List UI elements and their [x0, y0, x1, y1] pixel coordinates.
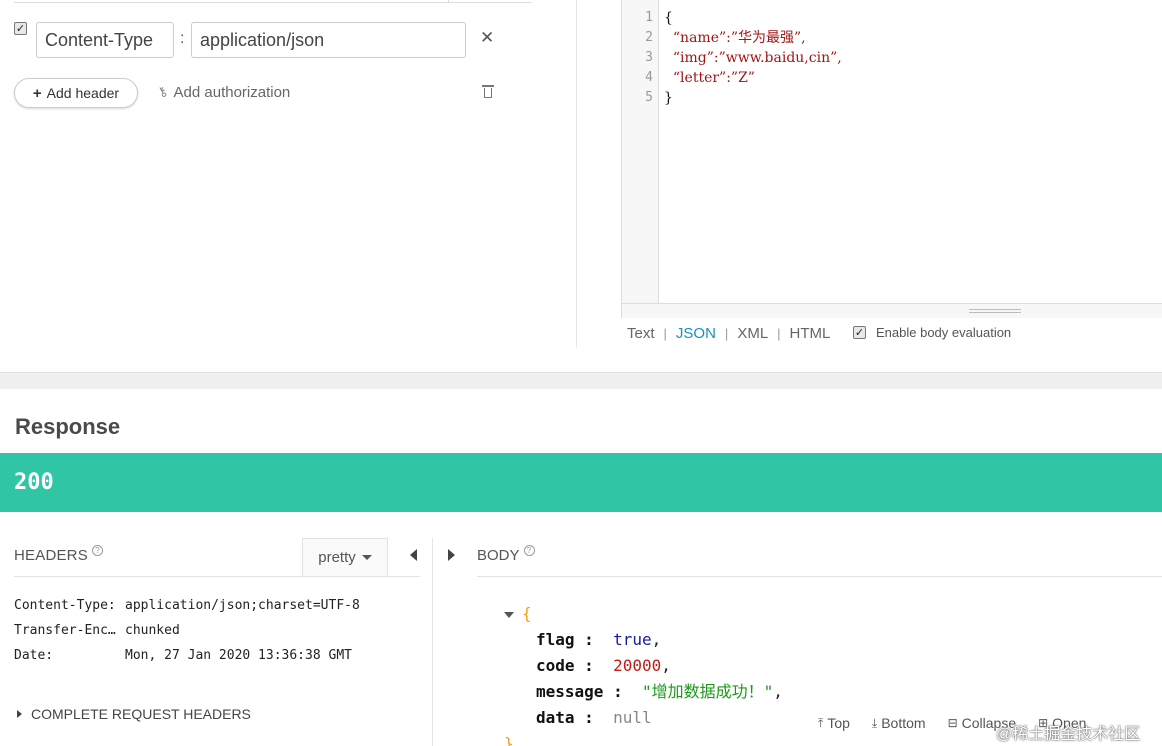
header-value: application/json;charset=UTF-8 [125, 598, 360, 613]
json-close-line: } [504, 733, 783, 746]
plus-icon: + [32, 84, 42, 102]
code-line: “name”:”华为最强”, [664, 30, 806, 46]
caret-down-icon [361, 555, 372, 560]
header-entry: Date: Mon, 27 Jan 2020 13:36:38 GMT [14, 647, 360, 672]
json-field: flag : true, [536, 630, 662, 649]
expand-icon [17, 710, 22, 718]
tab-separator: | [663, 326, 667, 341]
rest-client-page: ✓ Content-Type : application/json ✕ + Ad… [0, 0, 1162, 746]
headers-panel-title: HEADERS? [14, 545, 103, 564]
body-divider [477, 576, 1162, 577]
tab-separator: | [724, 326, 729, 341]
json-field: message : "增加数据成功！", [536, 682, 783, 701]
bottom-label: Bottom [881, 715, 926, 731]
watermark: @稀土掘金技术社区 [996, 726, 1141, 743]
header-value: chunked [125, 623, 180, 638]
json-value: 20000 [613, 656, 662, 675]
code-line: “img”:”www.baidu,cin”, [664, 50, 842, 66]
tab-separator: | [777, 326, 781, 341]
status-bar: 200 [0, 453, 1162, 512]
json-open-brace: { [522, 604, 532, 623]
line-number: 5 [645, 90, 653, 105]
tab-json[interactable]: JSON [676, 325, 716, 342]
status-code: 200 [14, 470, 54, 495]
arrow-up-icon: ⤒ [818, 715, 824, 730]
top-button[interactable]: ⤒ Top [818, 715, 850, 731]
collapse-icon: ⊟ [947, 716, 958, 730]
fold-icon[interactable] [504, 611, 514, 618]
json-field: code : 20000, [536, 656, 671, 675]
tab-text[interactable]: Text [627, 325, 655, 342]
line-number: 4 [645, 70, 653, 85]
code-line: { [664, 10, 673, 26]
headers-divider [14, 576, 420, 577]
json-key: flag [536, 630, 575, 649]
header-name-input[interactable]: Content-Type [36, 22, 174, 58]
header-separator: : [180, 30, 185, 47]
add-header-button[interactable]: + Add header [14, 78, 138, 108]
body-format-tabs: Text | JSON | XML | HTML [627, 325, 830, 342]
help-icon[interactable]: ? [523, 545, 535, 556]
section-separator [0, 372, 1162, 389]
json-field: data : null [536, 708, 652, 727]
body-label: BODY [477, 547, 520, 564]
tab-html[interactable]: HTML [790, 325, 831, 342]
json-key: data [536, 708, 575, 727]
response-panel-divider [432, 538, 433, 746]
arrow-down-icon: ⤓ [871, 715, 878, 730]
headers-format-select[interactable]: pretty [302, 538, 388, 576]
key-icon: ⚷ [154, 83, 171, 102]
editor-resize-handle[interactable] [622, 303, 1162, 318]
json-value: true [613, 630, 652, 649]
trash-icon[interactable] [482, 84, 494, 99]
json-key: code [536, 656, 575, 675]
header-enabled-checkbox[interactable]: ✓ [14, 22, 27, 35]
help-icon[interactable]: ? [91, 545, 103, 556]
enable-body-evaluation-checkbox[interactable]: ✓ [853, 326, 866, 339]
header-key: Date: [14, 648, 54, 663]
body-editor[interactable]: 1 2 3 4 5 { “name”:”华为最强”, “img”:”www.ba… [621, 0, 1162, 318]
collapse-left-icon[interactable] [410, 549, 417, 561]
json-key: message [536, 682, 604, 701]
line-number: 1 [645, 10, 653, 25]
line-number: 2 [645, 30, 653, 45]
response-title: Response [15, 414, 121, 439]
code-line: “letter”:”Z” [664, 70, 755, 86]
response-headers-list: Content-Type: application/json;charset=U… [14, 597, 360, 672]
add-authorization-label: Add authorization [173, 84, 291, 101]
header-row: ✓ Content-Type : application/json ✕ [14, 22, 494, 58]
header-entry: Content-Type: application/json;charset=U… [14, 597, 360, 622]
enable-body-evaluation[interactable]: ✓ Enable body evaluation [853, 325, 1011, 340]
bottom-button[interactable]: ⤓ Bottom [872, 715, 926, 731]
complete-request-headers-toggle[interactable]: COMPLETE REQUEST HEADERS [17, 706, 251, 722]
line-number: 3 [645, 50, 653, 65]
response-json-view: { flag : true, code : 20000, message : "… [504, 603, 783, 746]
headers-label: HEADERS [14, 547, 88, 564]
close-icon[interactable]: ✕ [480, 28, 494, 48]
complete-request-headers-label: COMPLETE REQUEST HEADERS [31, 706, 251, 722]
header-value: Mon, 27 Jan 2020 13:36:38 GMT [125, 648, 352, 663]
header-value-input[interactable]: application/json [191, 22, 466, 58]
json-value: null [613, 708, 652, 727]
request-column-divider [576, 0, 577, 348]
headers-format-value: pretty [318, 549, 356, 566]
json-close-brace: } [504, 734, 514, 746]
add-authorization-link[interactable]: ⚷ Add authorization [154, 83, 291, 102]
top-label: Top [827, 715, 850, 731]
top-divider [14, 0, 532, 3]
code-line: } [664, 90, 673, 106]
add-header-label: Add header [46, 85, 120, 101]
json-open-line: { [504, 603, 783, 629]
line-number-gutter: 1 2 3 4 5 [622, 0, 659, 303]
header-key: Transfer-Enc… [14, 623, 116, 638]
body-panel-title: BODY? [477, 545, 535, 564]
enable-body-evaluation-label: Enable body evaluation [876, 325, 1012, 340]
header-entry: Transfer-Enc… chunked [14, 622, 360, 647]
tab-xml[interactable]: XML [737, 325, 768, 342]
header-key: Content-Type: [14, 598, 116, 613]
editor-code[interactable]: { “name”:”华为最强”, “img”:”www.baidu,cin”, … [664, 8, 842, 108]
json-value: "增加数据成功！" [641, 682, 774, 701]
expand-right-icon[interactable] [448, 549, 455, 561]
